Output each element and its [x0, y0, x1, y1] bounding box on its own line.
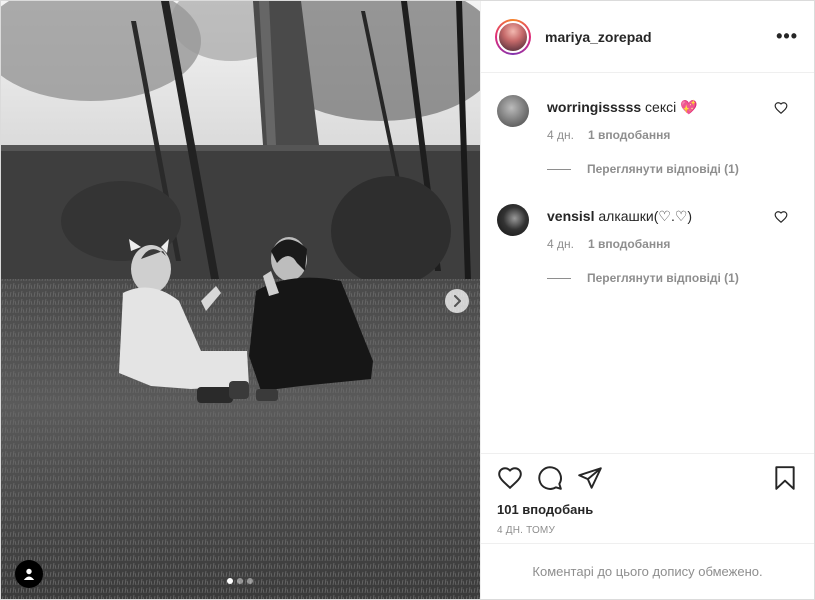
- carousel-indicator: [227, 578, 253, 584]
- author-username[interactable]: mariya_zorepad: [545, 29, 652, 45]
- next-photo-button[interactable]: [445, 289, 469, 313]
- comment-text: сексі: [645, 99, 677, 115]
- view-replies-button[interactable]: Переглянути відповіді (1): [547, 271, 798, 285]
- comment-like-heart-icon[interactable]: [774, 101, 788, 115]
- comment-item: vensisl алкашки(♡.♡) 4 дн. 1 вподобання …: [497, 204, 798, 301]
- view-replies-label: Переглянути відповіді (1): [587, 162, 739, 176]
- save-bookmark-icon[interactable]: [772, 465, 798, 491]
- comment-username[interactable]: vensisl: [547, 208, 594, 224]
- comment-text: алкашки(♡.♡): [598, 208, 693, 224]
- post-header: mariya_zorepad •••: [481, 1, 814, 73]
- comment-bubble-icon[interactable]: [537, 465, 563, 491]
- comments-list: worringisssss сексі 💖 4 дн. 1 вподобання…: [481, 73, 814, 453]
- author-avatar[interactable]: [495, 18, 531, 55]
- like-heart-icon[interactable]: [497, 465, 523, 491]
- carousel-dot-1: [227, 578, 233, 584]
- comment-username[interactable]: worringisssss: [547, 99, 641, 115]
- view-replies-button[interactable]: Переглянути відповіді (1): [547, 162, 798, 176]
- post-dialog: mariya_zorepad ••• worringisssss сексі 💖…: [0, 0, 815, 600]
- commenter-avatar[interactable]: [497, 204, 529, 236]
- comment-item: worringisssss сексі 💖 4 дн. 1 вподобання…: [497, 95, 798, 192]
- share-paper-plane-icon[interactable]: [577, 465, 603, 491]
- comment-like-heart-icon[interactable]: [774, 210, 788, 224]
- comment-age[interactable]: 4 дн.: [547, 128, 574, 142]
- comment-likes[interactable]: 1 вподобання: [588, 128, 670, 142]
- post-side-panel: mariya_zorepad ••• worringisssss сексі 💖…: [480, 1, 814, 599]
- heart-emoji-icon: 💖: [680, 99, 698, 115]
- carousel-dot-2: [237, 578, 243, 584]
- user-silhouette-icon: [23, 568, 35, 580]
- post-photo[interactable]: [1, 1, 480, 599]
- photo-image: [1, 1, 480, 599]
- post-timestamp[interactable]: 4 ДН. ТОМУ: [497, 525, 798, 536]
- comments-limited-notice: Коментарі до цього допису обмежено.: [481, 543, 814, 599]
- carousel-dot-3: [247, 578, 253, 584]
- post-actions: 101 вподобань 4 ДН. ТОМУ: [481, 453, 814, 543]
- comment-likes[interactable]: 1 вподобання: [588, 237, 670, 251]
- chevron-right-icon: [454, 295, 461, 307]
- replies-divider: [547, 168, 571, 170]
- post-likes-count[interactable]: 101 вподобань: [497, 502, 798, 517]
- commenter-avatar[interactable]: [497, 95, 529, 127]
- more-options-icon[interactable]: •••: [776, 26, 798, 47]
- replies-divider: [547, 277, 571, 279]
- view-replies-label: Переглянути відповіді (1): [587, 271, 739, 285]
- tagged-users-button[interactable]: [15, 560, 43, 588]
- comment-age[interactable]: 4 дн.: [547, 237, 574, 251]
